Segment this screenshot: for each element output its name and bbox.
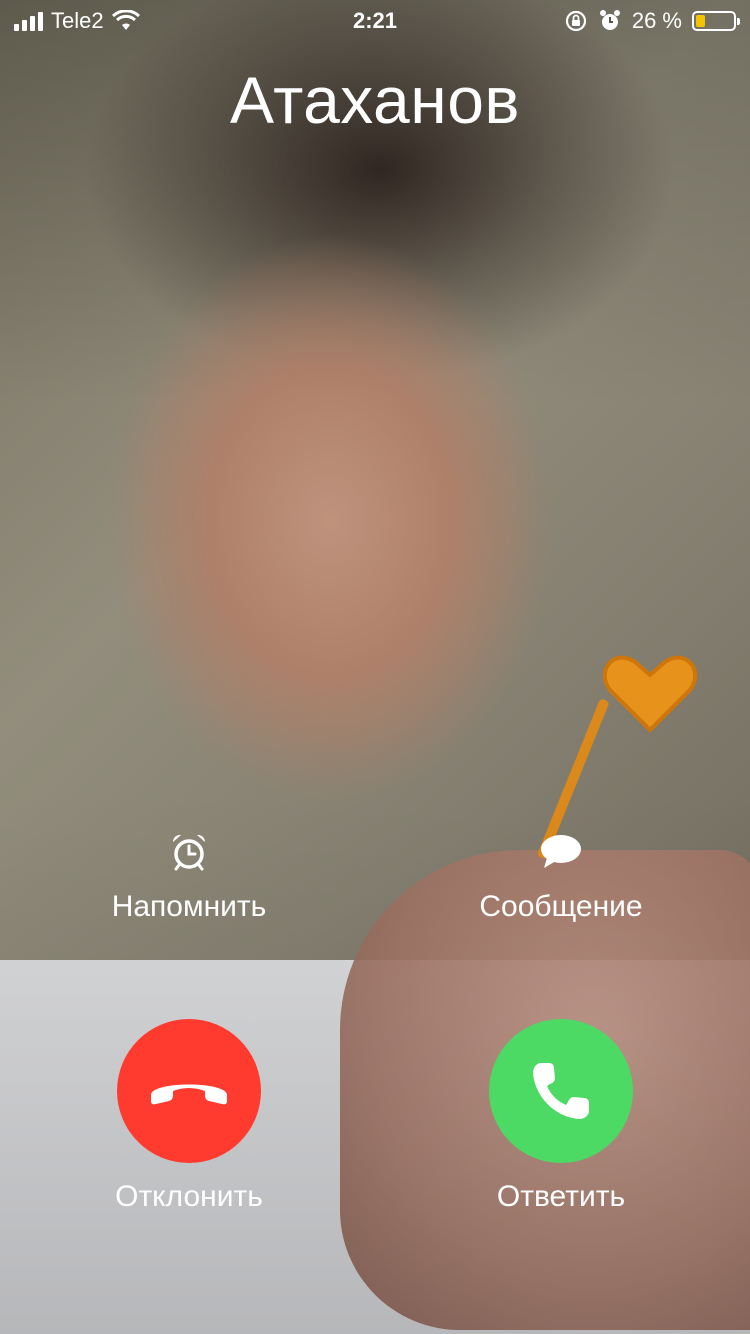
battery-fill: [696, 15, 705, 27]
caller-name: Атаханов: [230, 63, 520, 137]
orientation-lock-icon: [565, 10, 586, 32]
decline-label: Отклонить: [115, 1180, 263, 1213]
remind-me-label: Напомнить: [111, 890, 267, 923]
remind-me-button[interactable]: Напомнить: [69, 832, 309, 924]
decline-phone-icon: [151, 1084, 227, 1105]
battery-percent: 26 %: [631, 8, 682, 33]
alarm-clock-icon: [172, 834, 206, 871]
answer-label: Ответить: [496, 1180, 626, 1213]
status-bar: Tele2 2:21 26 %: [0, 0, 750, 40]
message-button[interactable]: Сообщение: [441, 832, 681, 924]
battery-icon: [692, 11, 740, 31]
message-label: Сообщение: [479, 890, 643, 923]
answer-button[interactable]: [489, 1019, 633, 1163]
incoming-call-screen: Tele2 2:21 26 % Атаханов Напомнить Сообщ…: [0, 0, 750, 1334]
message-bubble-icon: [541, 835, 581, 868]
answer-phone-icon: [533, 1063, 589, 1119]
decline-button[interactable]: [117, 1019, 261, 1163]
alarm-icon: [599, 10, 620, 30]
photo-shade: [0, 0, 750, 1334]
status-right: 26 %: [564, 8, 740, 34]
